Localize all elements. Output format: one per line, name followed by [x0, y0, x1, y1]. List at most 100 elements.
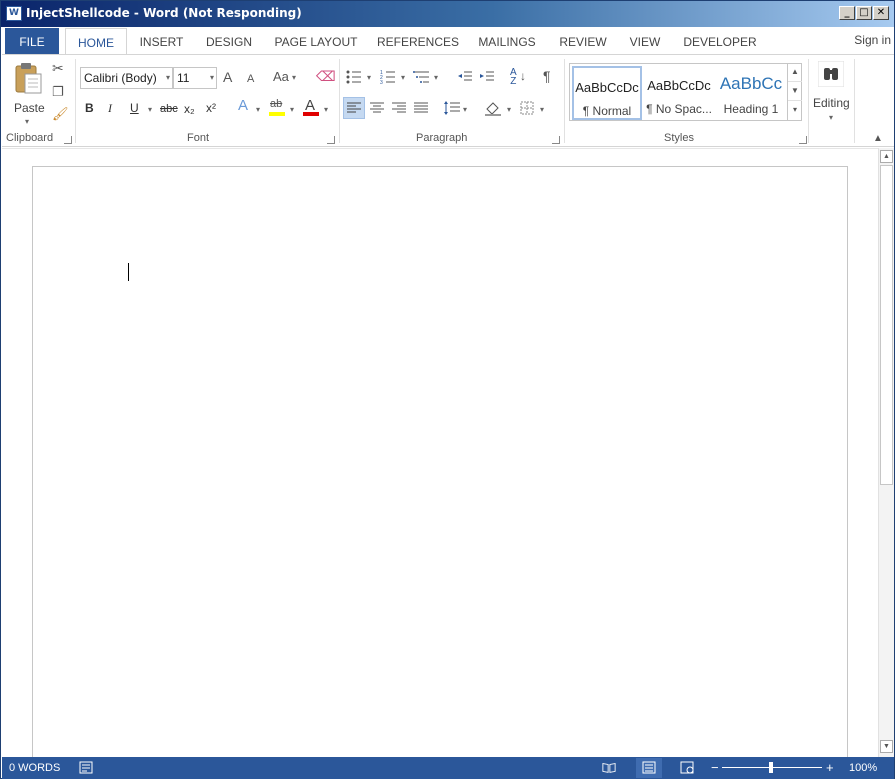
cut-icon[interactable]: ✂	[52, 61, 64, 75]
align-right-icon[interactable]	[392, 102, 406, 114]
collapse-ribbon-icon[interactable]: ▲	[873, 133, 883, 144]
scroll-up-icon[interactable]: ▲	[880, 150, 893, 163]
shrink-font-icon[interactable]: A	[247, 72, 254, 86]
proofing-icon[interactable]	[79, 761, 93, 774]
document-page[interactable]	[32, 166, 848, 766]
scroll-down-icon[interactable]: ▼	[880, 740, 893, 753]
bold-button[interactable]: B	[85, 101, 94, 115]
chevron-down-icon[interactable]: ▾	[507, 105, 511, 114]
tab-file[interactable]: FILE	[5, 28, 59, 55]
highlight-color-button[interactable]: ab	[268, 97, 288, 119]
chevron-down-icon[interactable]: ▾	[292, 73, 296, 82]
chevron-down-icon[interactable]: ▾	[540, 105, 544, 114]
paragraph-launcher-icon[interactable]	[552, 136, 560, 144]
web-layout-icon[interactable]	[680, 761, 694, 774]
copy-icon[interactable]: ❐	[52, 85, 64, 99]
style-name: ¶ Normal	[582, 104, 632, 118]
shading-icon[interactable]	[484, 100, 502, 116]
font-size-select[interactable]: 11 ▾	[173, 67, 217, 89]
tab-home[interactable]: HOME	[65, 28, 127, 55]
tab-review[interactable]: REVIEW	[556, 28, 610, 55]
tab-references[interactable]: REFERENCES	[376, 28, 460, 55]
text-effects-icon[interactable]: A	[238, 98, 248, 113]
show-formatting-marks-icon[interactable]: ¶	[543, 69, 551, 83]
styles-group-label: Styles	[664, 132, 694, 144]
borders-icon[interactable]	[520, 101, 534, 115]
read-mode-icon[interactable]	[602, 761, 616, 774]
italic-button[interactable]: I	[108, 101, 112, 115]
decrease-indent-icon[interactable]	[457, 70, 473, 84]
style-heading-1[interactable]: AaBbCc Heading 1	[716, 66, 786, 120]
clear-formatting-icon[interactable]: ⌫	[316, 69, 336, 83]
zoom-out-button[interactable]: −	[711, 760, 719, 775]
tab-insert[interactable]: INSERT	[134, 28, 189, 55]
paste-button[interactable]: Paste ▾	[8, 59, 48, 126]
scrollbar-thumb[interactable]	[880, 165, 893, 485]
chevron-down-icon: ▾	[165, 73, 170, 82]
zoom-level[interactable]: 100%	[849, 762, 877, 774]
zoom-in-button[interactable]: +	[826, 760, 834, 775]
grow-font-icon[interactable]: A	[223, 70, 232, 84]
tab-page-layout[interactable]: PAGE LAYOUT	[270, 28, 362, 55]
close-button[interactable]: ✕	[873, 6, 889, 20]
paste-dropdown-icon[interactable]: ▾	[25, 117, 29, 126]
style-no-spacing[interactable]: AaBbCcDc ¶ No Spac...	[644, 66, 714, 120]
strikethrough-button[interactable]: abc	[160, 102, 178, 116]
maximize-button[interactable]: □	[856, 6, 872, 20]
window-title: InjectShellcode - Word (Not Responding)	[26, 6, 302, 20]
font-family-select[interactable]: Calibri (Body) ▾	[80, 67, 173, 89]
justify-icon[interactable]	[414, 102, 428, 114]
sort-icon[interactable]: AZ	[510, 68, 517, 87]
binoculars-icon	[818, 61, 844, 87]
print-layout-icon	[642, 761, 656, 774]
styles-scroll-up-icon[interactable]: ▲	[788, 63, 802, 82]
styles-more-icon[interactable]: ▾	[788, 101, 802, 120]
style-normal[interactable]: AaBbCcDc ¶ Normal	[572, 66, 642, 120]
align-center-icon[interactable]	[370, 102, 384, 114]
chevron-down-icon[interactable]: ▾	[256, 105, 260, 114]
sign-in-link[interactable]: Sign in	[854, 33, 891, 47]
align-left-button[interactable]	[343, 97, 365, 119]
tab-view[interactable]: VIEW	[623, 28, 667, 55]
chevron-down-icon[interactable]: ▾	[148, 105, 152, 114]
group-divider	[808, 59, 809, 143]
bullets-icon[interactable]	[346, 69, 362, 85]
chevron-down-icon[interactable]: ▾	[290, 105, 294, 114]
chevron-down-icon[interactable]: ▾	[463, 105, 467, 114]
multilevel-list-icon[interactable]	[413, 69, 431, 85]
chevron-down-icon[interactable]: ▾	[324, 105, 328, 114]
numbering-icon[interactable]: 123	[380, 69, 396, 85]
styles-scroll-down-icon[interactable]: ▼	[788, 82, 802, 101]
line-spacing-icon[interactable]	[444, 101, 460, 115]
font-family-value: Calibri (Body)	[84, 71, 157, 85]
chevron-down-icon[interactable]: ▾	[367, 73, 371, 82]
superscript-button[interactable]: x²	[206, 101, 216, 115]
styles-launcher-icon[interactable]	[799, 136, 807, 144]
change-case-icon[interactable]: Aa	[273, 70, 289, 84]
word-count[interactable]: 0 WORDS	[9, 762, 60, 774]
increase-indent-icon[interactable]	[479, 70, 495, 84]
word-window: W InjectShellcode - Word (Not Responding…	[0, 0, 895, 779]
clipboard-launcher-icon[interactable]	[64, 136, 72, 144]
format-painter-icon[interactable]: 🖌	[52, 107, 69, 121]
tab-design[interactable]: DESIGN	[201, 28, 257, 55]
tab-mailings[interactable]: MAILINGS	[472, 28, 542, 55]
chevron-down-icon[interactable]: ▾	[434, 73, 438, 82]
group-divider	[339, 59, 340, 143]
highlight-swatch	[269, 112, 285, 116]
style-sample: AaBbCc	[719, 74, 783, 93]
chevron-down-icon[interactable]: ▾	[401, 73, 405, 82]
word-app-icon[interactable]: W	[6, 6, 22, 21]
zoom-slider-thumb[interactable]	[769, 762, 773, 773]
subscript-button[interactable]: x₂	[184, 102, 195, 116]
document-area	[2, 148, 878, 766]
font-launcher-icon[interactable]	[327, 136, 335, 144]
sort-arrow-icon: ↓	[520, 69, 526, 83]
font-color-button[interactable]: A	[302, 97, 322, 119]
tab-developer[interactable]: DEVELOPER	[679, 28, 761, 55]
vertical-scrollbar[interactable]: ▲ ▼	[878, 148, 894, 757]
minimize-button[interactable]: _	[839, 6, 855, 20]
print-layout-button[interactable]	[636, 758, 662, 778]
underline-button[interactable]: U	[130, 101, 139, 115]
editing-button[interactable]: Editing ▾	[812, 59, 854, 125]
